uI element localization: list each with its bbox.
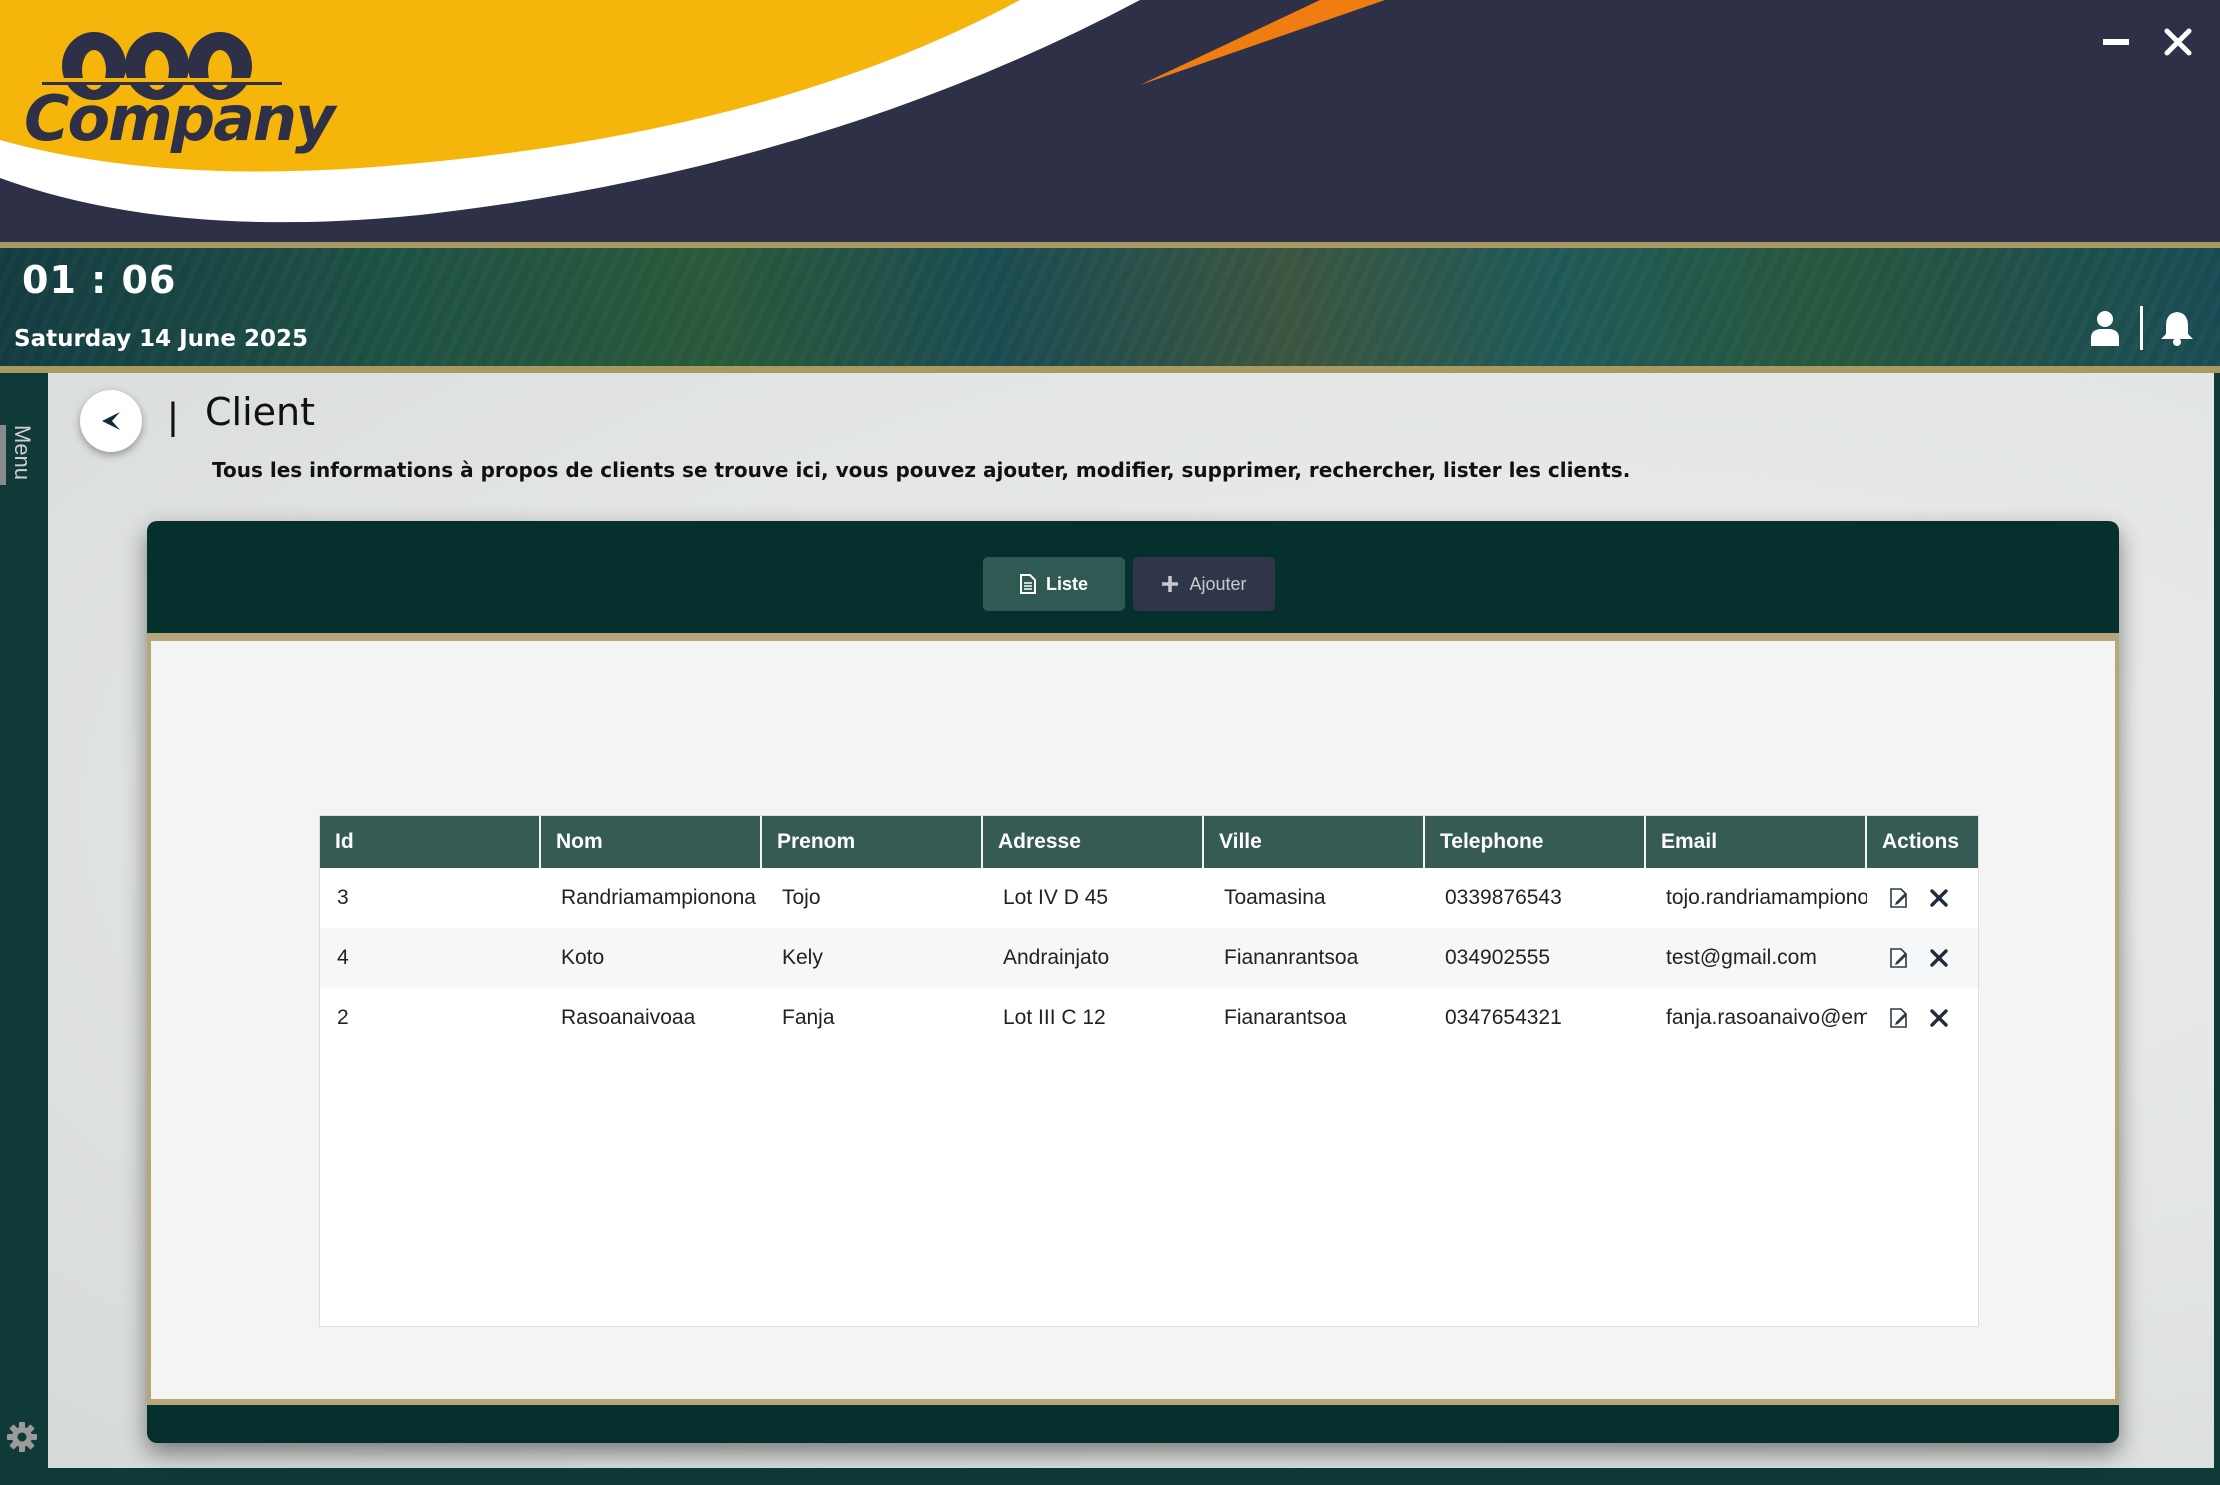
delete-icon [1930,1009,1948,1027]
minimize-button[interactable] [2094,20,2138,64]
header-strip [0,248,2220,366]
cell-email: fanja.rasoanaivo@email.com [1666,1006,1867,1029]
frame-edge [2115,641,2119,1399]
cell-id: 3 [337,886,349,909]
column-header-ville[interactable]: Ville [1204,816,1425,868]
delete-button[interactable] [1927,1006,1951,1030]
divider [147,633,2119,641]
column-header-adresse[interactable]: Adresse [983,816,1204,868]
back-arrow-icon [102,412,120,430]
top-banner: Company [0,0,2220,242]
row-actions [1867,886,1951,910]
column-header-nom[interactable]: Nom [541,816,762,868]
frame-edge [2214,373,2220,1485]
table-row[interactable]: 2 Rasoanaivoaa Fanja Lot III C 12 Fianar… [320,988,1978,1048]
cell-ville: Toamasina [1224,886,1326,909]
client-table: Id Nom Prenom Adresse Ville Telephone Em… [319,815,1979,1327]
page-title: Client [205,390,316,434]
row-actions [1867,946,1951,970]
cell-prenom: Tojo [782,886,821,909]
cell-id: 2 [337,1006,349,1029]
delete-button[interactable] [1927,946,1951,970]
menu-tab-indicator [0,425,6,485]
side-menu-rail [0,373,48,1485]
cell-telephone: 034902555 [1445,946,1551,969]
card-footer [147,1405,2119,1443]
column-header-prenom[interactable]: Prenom [762,816,983,868]
column-header-id[interactable]: Id [320,816,541,868]
minimize-icon [2103,39,2129,45]
company-name: Company [24,82,335,155]
bell-icon[interactable] [2160,310,2194,346]
edit-icon [1890,1008,1907,1028]
title-separator: | [168,396,178,438]
column-header-email[interactable]: Email [1646,816,1867,868]
divider [0,366,2220,373]
delete-icon [1930,949,1948,967]
cell-nom: Rasoanaivoaa [561,1006,696,1029]
cell-adresse: Lot IV D 45 [1003,886,1109,909]
gear-icon[interactable] [6,1421,38,1453]
current-date: Saturday 14 June 2025 [14,326,309,352]
table-header: Id Nom Prenom Adresse Ville Telephone Em… [320,816,1978,868]
bottom-frame [0,1468,2220,1485]
client-card: Liste Ajouter Id Nom Prenom Adresse Vill… [147,521,2119,1443]
page-subtitle: Tous les informations à propos de client… [212,458,1631,482]
edit-icon [1890,888,1907,908]
row-actions [1867,1006,1951,1030]
delete-icon [1930,889,1948,907]
edit-button[interactable] [1887,1006,1911,1030]
cell-ville: Fiananrantsoa [1224,946,1359,969]
cell-telephone: 0339876543 [1445,886,1562,909]
cell-prenom: Fanja [782,1006,835,1029]
cell-email: tojo.randriamampionona@gmail.com [1666,886,1867,909]
tab-liste-label: Liste [1045,573,1088,594]
column-header-actions: Actions [1867,816,1978,868]
frame-edge [147,641,151,1399]
clock: 01 : 06 [22,258,177,302]
header-separator [2140,306,2143,350]
edit-button[interactable] [1887,946,1911,970]
tab-liste[interactable]: Liste [983,557,1125,611]
cell-prenom: Kely [782,946,823,969]
edit-button[interactable] [1887,886,1911,910]
close-icon [2164,28,2192,56]
cell-id: 4 [337,946,349,969]
cell-nom: Koto [561,946,605,969]
cell-adresse: Andrainjato [1003,946,1110,969]
tab-ajouter-label: Ajouter [1189,573,1247,594]
edit-icon [1890,948,1907,968]
cell-adresse: Lot III C 12 [1003,1006,1106,1029]
back-button[interactable] [80,390,142,452]
cell-email: test@gmail.com [1666,946,1817,969]
plus-icon [1162,576,1179,592]
menu-toggle[interactable]: Menu [9,425,35,480]
cell-ville: Fianarantsoa [1224,1006,1347,1029]
tab-ajouter[interactable]: Ajouter [1133,557,1275,611]
cell-telephone: 0347654321 [1445,1006,1562,1029]
close-button[interactable] [2156,20,2200,64]
delete-button[interactable] [1927,886,1951,910]
table-row[interactable]: 4 Koto Kely Andrainjato Fiananrantsoa 03… [320,928,1978,988]
user-icon[interactable] [2090,310,2120,346]
table-row[interactable]: 3 Randriamampionona Tojo Lot IV D 45 Toa… [320,868,1978,928]
column-header-telephone[interactable]: Telephone [1425,816,1646,868]
document-icon [1019,574,1036,594]
cell-nom: Randriamampionona [561,886,756,909]
